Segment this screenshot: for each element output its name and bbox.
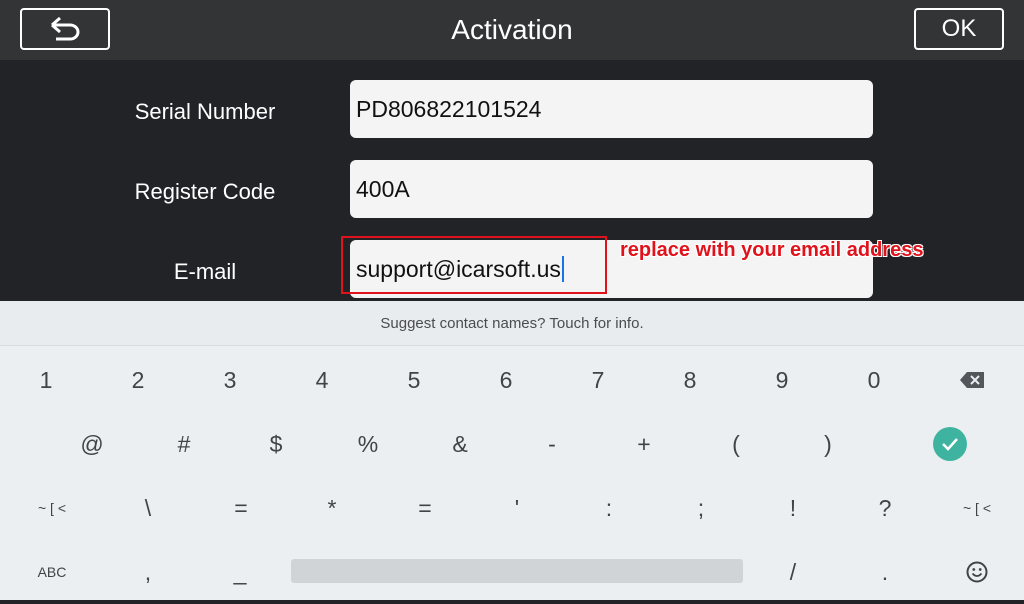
key-close-paren[interactable]: ) [782, 412, 874, 476]
key-percent[interactable]: % [322, 412, 414, 476]
key-ampersand[interactable]: & [414, 412, 506, 476]
serial-number-field[interactable]: PD806822101524 [350, 80, 873, 138]
key-colon[interactable]: : [563, 476, 655, 540]
key-9[interactable]: 9 [736, 348, 828, 412]
serial-number-value: PD806822101524 [356, 95, 542, 122]
key-1[interactable]: 1 [0, 348, 92, 412]
key-exclamation[interactable]: ! [747, 476, 839, 540]
title-bar: Activation OK [0, 0, 1024, 60]
suggestion-text: Suggest contact names? Touch for info. [380, 314, 644, 332]
check-icon [942, 438, 958, 451]
symbols-more-key-left[interactable]: ~ [ < [6, 476, 98, 540]
email-highlight-box [341, 236, 607, 294]
on-screen-keyboard: 1 2 3 4 5 6 7 8 9 0 @ # $ % & - + ( ) ~ … [0, 346, 1024, 600]
register-code-field[interactable]: 400A [350, 160, 873, 218]
key-2[interactable]: 2 [92, 348, 184, 412]
key-backslash[interactable]: \ [102, 476, 194, 540]
symbols-more-key-right[interactable]: ~ [ < [931, 476, 1023, 540]
key-asterisk[interactable]: * [286, 476, 378, 540]
register-code-label: Register Code [134, 179, 276, 204]
space-bar[interactable] [291, 559, 743, 583]
key-6[interactable]: 6 [460, 348, 552, 412]
abc-key[interactable]: ABC [6, 540, 98, 604]
email-annotation: replace with your email address [620, 239, 924, 261]
register-code-value: 400A [356, 175, 410, 202]
key-8[interactable]: 8 [644, 348, 736, 412]
key-question[interactable]: ? [839, 476, 931, 540]
key-equals-2[interactable]: = [379, 476, 471, 540]
email-label: E-mail [173, 259, 237, 284]
key-equals[interactable]: = [195, 476, 287, 540]
key-7[interactable]: 7 [552, 348, 644, 412]
key-3[interactable]: 3 [184, 348, 276, 412]
key-semicolon[interactable]: ; [655, 476, 747, 540]
emoji-icon [966, 561, 988, 583]
enter-circle [933, 427, 967, 461]
key-open-paren[interactable]: ( [690, 412, 782, 476]
key-hash[interactable]: # [138, 412, 230, 476]
key-slash[interactable]: / [747, 540, 839, 604]
key-0[interactable]: 0 [828, 348, 920, 412]
key-apostrophe[interactable]: ' [471, 476, 563, 540]
page-title: Activation [451, 14, 573, 45]
key-4[interactable]: 4 [276, 348, 368, 412]
key-minus[interactable]: - [506, 412, 598, 476]
key-dollar[interactable]: $ [230, 412, 322, 476]
backspace-key[interactable] [926, 348, 1018, 412]
key-plus[interactable]: + [598, 412, 690, 476]
key-underscore[interactable]: _ [194, 540, 286, 604]
serial-number-label: Serial Number [134, 99, 276, 124]
key-5[interactable]: 5 [368, 348, 460, 412]
emoji-key[interactable] [931, 540, 1023, 604]
enter-key[interactable] [904, 412, 996, 476]
suggestion-strip[interactable]: Suggest contact names? Touch for info. [0, 301, 1024, 346]
backspace-icon [960, 372, 984, 388]
key-at[interactable]: @ [46, 412, 138, 476]
ok-button[interactable]: OK [914, 8, 1004, 50]
key-comma[interactable]: , [102, 540, 194, 604]
activation-form: Serial Number PD806822101524 Register Co… [0, 60, 1024, 301]
key-period[interactable]: . [839, 540, 931, 604]
